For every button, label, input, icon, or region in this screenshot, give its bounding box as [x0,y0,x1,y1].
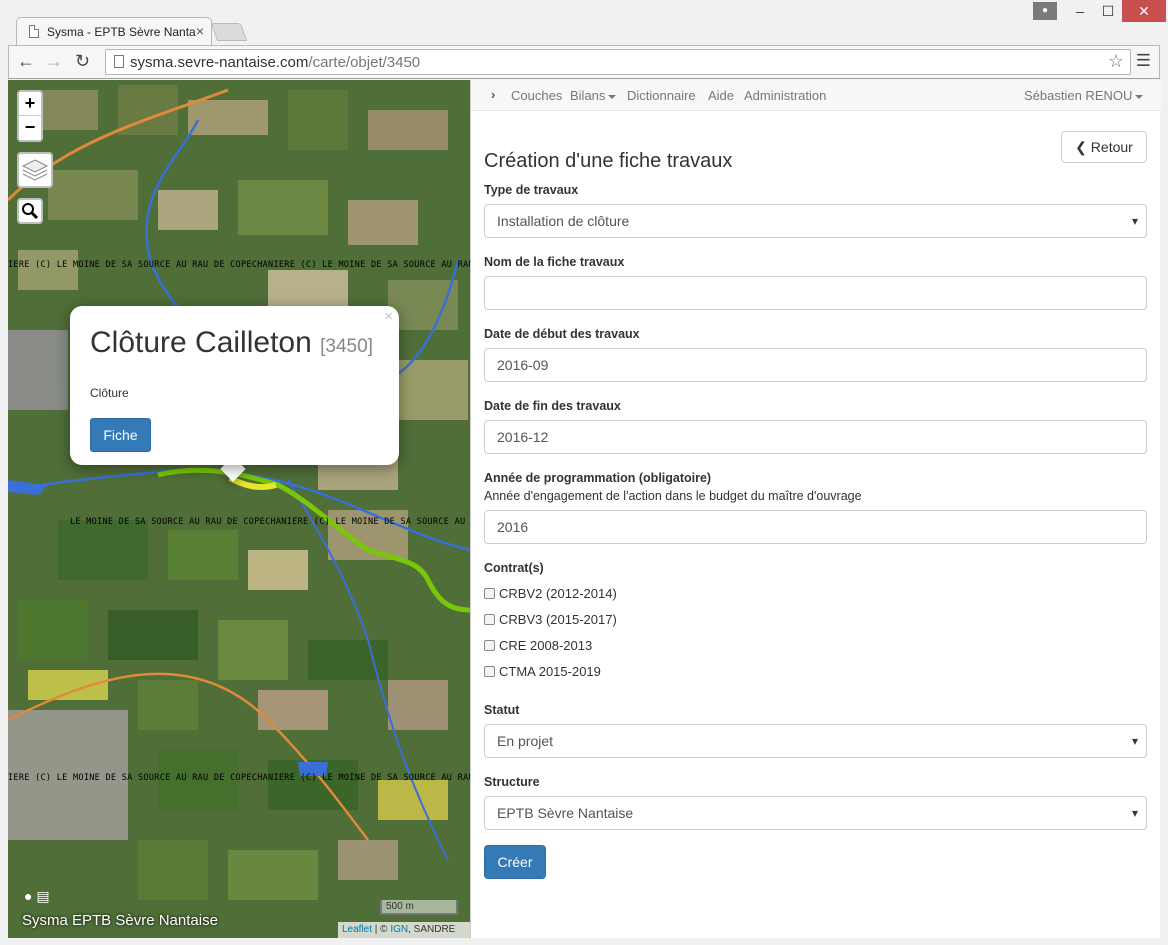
popup-title: Clôture Cailleton [3450] [90,326,373,359]
caret-down-icon [608,94,617,99]
start-date-input[interactable]: 2016-09 [484,348,1147,382]
user-profile-icon[interactable]: ● [1033,2,1057,20]
forward-arrow-icon[interactable]: → [45,51,63,72]
fiche-button[interactable]: Fiche [90,418,151,452]
popup-object-type: Clôture [90,386,129,400]
contract-checkbox[interactable]: CRBV2 (2012-2014) [484,586,617,601]
address-bar[interactable]: sysma.sevre-nantaise.com/carte/objet/345… [105,49,1131,75]
year-label: Année de programmation (obligatoire) [484,471,712,485]
structure-select[interactable]: EPTB Sèvre Nantaise [484,796,1147,830]
popup-close-icon[interactable]: × [384,308,393,325]
checkbox-icon[interactable] [484,614,495,625]
map-brand: Sysma EPTB Sèvre Nantaise [22,912,218,929]
browser-titlebar: Sysma - EPTB Sèvre Nanta × ● – ☐ ✕ [0,0,1168,45]
start-date-label: Date de début des travaux [484,327,640,341]
type-select[interactable]: Installation de clôture [484,204,1147,238]
bookmark-star-icon[interactable]: ☆ [1108,51,1124,72]
contract-checkbox[interactable]: CRE 2008-2013 [484,638,592,653]
page-icon [114,55,124,68]
url-text: sysma.sevre-nantaise.com/carte/objet/345… [130,54,421,71]
name-input[interactable] [484,276,1147,310]
nav-item-bilans[interactable]: Bilans [570,88,617,103]
type-label: Type de travaux [484,183,579,197]
map-view[interactable]: IERE (C) LE MOINE DE SA SOURCE AU RAU DE… [8,80,470,938]
name-label: Nom de la fiche travaux [484,255,625,269]
end-date-input[interactable]: 2016-12 [484,420,1147,454]
close-tab-icon[interactable]: × [196,23,204,39]
caret-down-icon [1135,94,1144,99]
layers-icon[interactable] [17,152,53,188]
checkbox-icon[interactable] [484,640,495,651]
map-label: IERE (C) LE MOINE DE SA SOURCE AU RAU DE… [8,773,470,783]
minimize-button[interactable]: – [1066,0,1094,22]
user-menu[interactable]: Sébastien RENOU [1024,88,1144,103]
zoom-in-button[interactable]: + [19,92,41,116]
contract-checkbox[interactable]: CRBV3 (2015-2017) [484,612,617,627]
map-bottom-controls: ● ▤ [24,888,50,905]
location-pin-icon[interactable]: ● [24,888,32,904]
nav-item-administration[interactable]: Administration [744,88,826,103]
browser-menu-icon[interactable]: ☰ [1136,51,1151,71]
maximize-button[interactable]: ☐ [1094,0,1122,22]
status-select[interactable]: En projet [484,724,1147,758]
map-label: IERE (C) LE MOINE DE SA SOURCE AU RAU DE… [8,260,470,270]
back-arrow-icon[interactable]: ← [17,51,35,72]
form-panel: › Couches Bilans Dictionnaire Aide Admin… [470,80,1161,938]
map-attribution: Leaflet | © IGN, SANDRE [338,922,470,938]
map-popup: × Clôture Cailleton [3450] Clôture Fiche [70,306,399,465]
map-scale: 500 m [380,900,458,915]
back-button[interactable]: ❮ Retour [1061,131,1147,163]
structure-label: Structure [484,775,540,789]
zoom-out-button[interactable]: − [19,116,41,140]
map-search-icon[interactable] [17,198,43,224]
chevron-right-icon[interactable]: › [491,87,495,102]
tab-title: Sysma - EPTB Sèvre Nanta [47,25,196,39]
checkbox-icon[interactable] [484,588,495,599]
map-label: LE MOINE DE SA SOURCE AU RAU DE COPECHAN… [70,517,470,527]
checkbox-icon[interactable] [484,666,495,677]
ign-link[interactable]: IGN [390,924,408,935]
page-title: Création d'une fiche travaux [484,150,733,172]
zoom-control: + − [17,90,43,142]
create-button[interactable]: Créer [484,845,546,879]
nav-item-couches[interactable]: Couches [511,88,562,103]
contracts-label: Contrat(s) [484,561,544,575]
page-icon [29,25,39,38]
reload-icon[interactable]: ↻ [75,51,90,72]
new-tab-button[interactable] [210,23,248,41]
close-window-button[interactable]: ✕ [1122,0,1166,22]
browser-tab[interactable]: Sysma - EPTB Sèvre Nanta × [16,17,212,45]
top-navbar: › Couches Bilans Dictionnaire Aide Admin… [471,80,1161,111]
list-icon[interactable]: ▤ [36,888,49,904]
nav-item-aide[interactable]: Aide [708,88,734,103]
aerial-imagery [8,80,470,938]
year-input[interactable]: 2016 [484,510,1147,544]
browser-toolbar: ← → ↻ sysma.sevre-nantaise.com/carte/obj… [8,45,1160,79]
status-label: Statut [484,703,520,717]
nav-item-dictionnaire[interactable]: Dictionnaire [627,88,696,103]
leaflet-link[interactable]: Leaflet [342,924,372,935]
chevron-left-icon: ❮ [1075,139,1087,155]
end-date-label: Date de fin des travaux [484,399,621,413]
contract-checkbox[interactable]: CTMA 2015-2019 [484,664,601,679]
year-help-text: Année d'engagement de l'action dans le b… [484,489,862,503]
